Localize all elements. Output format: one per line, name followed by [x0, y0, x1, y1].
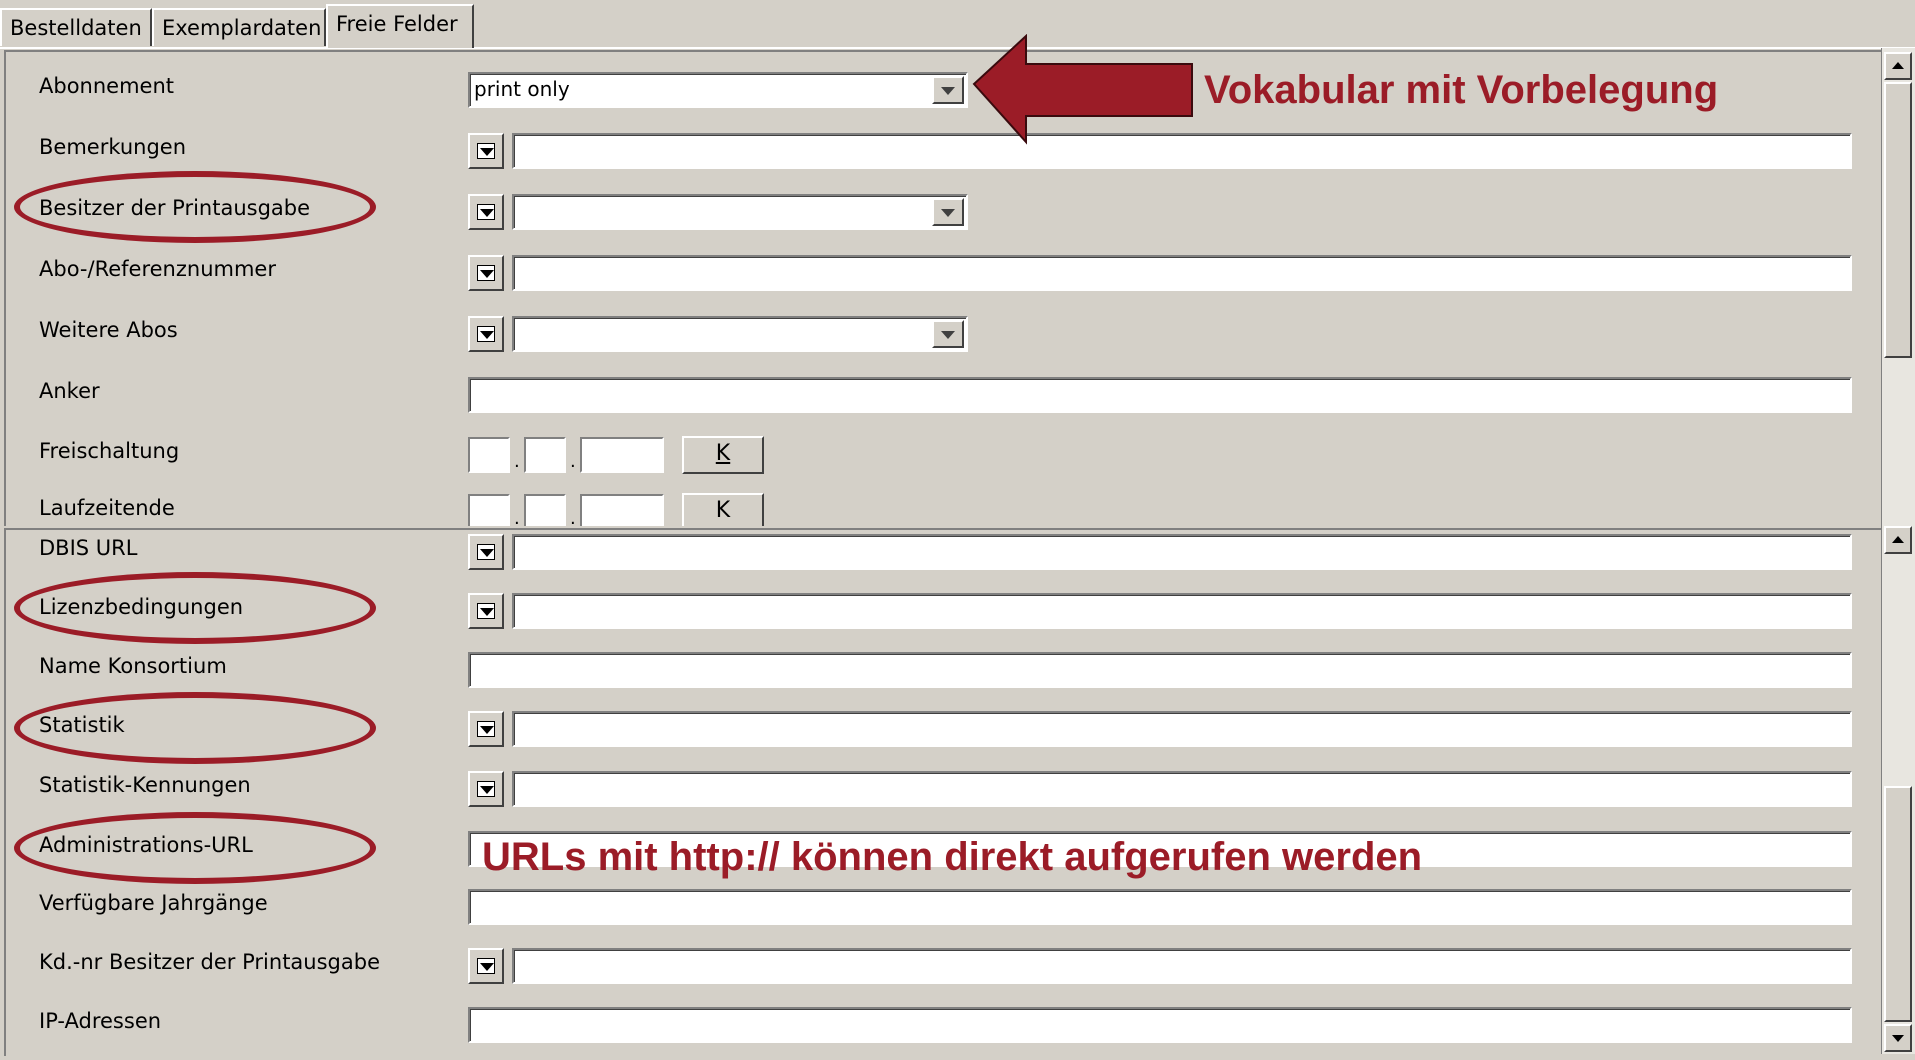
dropdown-arrow-icon[interactable]: [932, 198, 964, 226]
laufzeitende-month[interactable]: [524, 494, 566, 526]
freie-felder-panel-top: Abonnement print only Bemerkungen Besitz…: [4, 50, 1886, 526]
kdnr-vocab-button[interactable]: [468, 948, 504, 984]
row-freischaltung: Freischaltung . . K: [6, 433, 1886, 474]
row-jahrgaenge: Verfügbare Jahrgänge: [6, 885, 1886, 925]
tab-bar: Bestelldaten Exemplardaten Freie Felder: [0, 0, 1915, 50]
date-separator: .: [514, 508, 520, 526]
dropdown-arrow-icon[interactable]: [932, 76, 964, 104]
statistik-label: Statistik: [39, 713, 125, 737]
weitere-abos-label: Weitere Abos: [39, 318, 178, 342]
freischaltung-calendar-button[interactable]: K: [682, 436, 764, 474]
bemerkungen-vocab-button[interactable]: [468, 133, 504, 169]
laufzeitende-year[interactable]: [580, 494, 664, 526]
statistik-input[interactable]: [512, 711, 1852, 747]
anker-input[interactable]: [468, 377, 1852, 413]
row-weitere-abos: Weitere Abos: [6, 312, 1886, 352]
row-abo-ref: Abo-/Referenznummer: [6, 251, 1886, 291]
besitzer-vocab-button[interactable]: [468, 194, 504, 230]
scrollbar-top[interactable]: [1881, 48, 1915, 528]
scrollbar-thumb[interactable]: [1884, 786, 1912, 1022]
ip-input[interactable]: [468, 1007, 1852, 1043]
tab-exemplardaten[interactable]: Exemplardaten: [152, 8, 326, 46]
annotation-urls: URLs mit http:// können direkt aufgerufe…: [482, 835, 1423, 879]
dropdown-arrow-icon: [480, 726, 494, 734]
date-separator: .: [570, 508, 576, 526]
freischaltung-label: Freischaltung: [39, 439, 180, 463]
laufzeitende-label: Laufzeitende: [39, 496, 175, 520]
abo-ref-label: Abo-/Referenznummer: [39, 257, 276, 281]
abo-ref-vocab-button[interactable]: [468, 255, 504, 291]
statistik-kennungen-input[interactable]: [512, 771, 1852, 807]
statistik-kennungen-vocab-button[interactable]: [468, 771, 504, 807]
scrollbar-bottom[interactable]: [1881, 524, 1915, 1054]
jahrgaenge-label: Verfügbare Jahrgänge: [39, 891, 268, 915]
scroll-down-icon[interactable]: [1884, 1024, 1912, 1052]
row-ip: IP-Adressen: [6, 1003, 1886, 1043]
dropdown-arrow-icon: [480, 963, 494, 971]
row-konsortium: Name Konsortium: [6, 648, 1886, 688]
weitere-abos-combo[interactable]: [512, 316, 968, 352]
dropdown-arrow-icon: [480, 331, 494, 339]
dropdown-arrow-icon: [480, 786, 494, 794]
row-kdnr: Kd.-nr Besitzer der Printausgabe: [6, 944, 1886, 984]
date-separator: .: [570, 451, 576, 472]
freischaltung-month[interactable]: [524, 437, 566, 473]
bemerkungen-label: Bemerkungen: [39, 135, 187, 159]
calendar-button-label: K: [715, 441, 731, 466]
row-laufzeitende: Laufzeitende . . K: [6, 490, 1886, 526]
tab-divider: [0, 47, 1915, 49]
dbis-url-label: DBIS URL: [39, 536, 138, 560]
abonnement-label: Abonnement: [39, 74, 175, 98]
tab-freie-felder[interactable]: Freie Felder: [326, 4, 474, 48]
freischaltung-year[interactable]: [580, 437, 664, 473]
ip-label: IP-Adressen: [39, 1009, 162, 1033]
date-separator: .: [514, 451, 520, 472]
laufzeitende-day[interactable]: [468, 494, 510, 526]
statistik-kennungen-label: Statistik-Kennungen: [39, 773, 251, 797]
row-bemerkungen: Bemerkungen: [6, 129, 1886, 169]
freischaltung-day[interactable]: [468, 437, 510, 473]
row-statistik-kennungen: Statistik-Kennungen: [6, 767, 1886, 807]
laufzeitende-calendar-button[interactable]: K: [682, 493, 764, 526]
scroll-up-icon[interactable]: [1884, 526, 1912, 554]
dbis-url-input[interactable]: [512, 534, 1852, 570]
abonnement-value: print only: [474, 77, 570, 101]
admin-url-label: Administrations-URL: [39, 833, 253, 857]
dropdown-arrow-icon: [480, 148, 494, 156]
annotation-arrow-icon: [972, 34, 1193, 145]
scrollbar-thumb[interactable]: [1884, 82, 1912, 358]
dropdown-arrow-icon: [480, 209, 494, 217]
dropdown-arrow-icon: [480, 608, 494, 616]
konsortium-input[interactable]: [468, 652, 1852, 688]
statistik-vocab-button[interactable]: [468, 711, 504, 747]
lizenz-input[interactable]: [512, 593, 1852, 629]
dropdown-arrow-icon: [480, 549, 494, 557]
konsortium-label: Name Konsortium: [39, 654, 227, 678]
kdnr-input[interactable]: [512, 948, 1852, 984]
dbis-url-vocab-button[interactable]: [468, 534, 504, 570]
jahrgaenge-input[interactable]: [468, 889, 1852, 925]
anker-label: Anker: [39, 379, 100, 403]
row-statistik: Statistik: [6, 707, 1886, 747]
tab-bestelldaten[interactable]: Bestelldaten: [0, 8, 152, 46]
dropdown-arrow-icon: [480, 270, 494, 278]
dropdown-arrow-icon[interactable]: [932, 320, 964, 348]
row-lizenz: Lizenzbedingungen: [6, 589, 1886, 629]
annotation-vokabular: Vokabular mit Vorbelegung: [1204, 68, 1719, 112]
kdnr-label: Kd.-nr Besitzer der Printausgabe: [39, 950, 380, 974]
abo-ref-input[interactable]: [512, 255, 1852, 291]
freie-felder-panel-bottom: DBIS URL Lizenzbedingungen Name Konsorti…: [4, 528, 1886, 1056]
row-dbis-url: DBIS URL: [6, 530, 1886, 570]
lizenz-label: Lizenzbedingungen: [39, 595, 244, 619]
lizenz-vocab-button[interactable]: [468, 593, 504, 629]
besitzer-label: Besitzer der Printausgabe: [39, 196, 311, 220]
calendar-button-label: K: [715, 498, 731, 523]
row-besitzer: Besitzer der Printausgabe: [6, 190, 1886, 230]
abonnement-combo[interactable]: print only: [468, 72, 968, 108]
scroll-up-icon[interactable]: [1884, 52, 1912, 80]
row-anker: Anker: [6, 373, 1886, 413]
besitzer-combo[interactable]: [512, 194, 968, 230]
weitere-abos-vocab-button[interactable]: [468, 316, 504, 352]
